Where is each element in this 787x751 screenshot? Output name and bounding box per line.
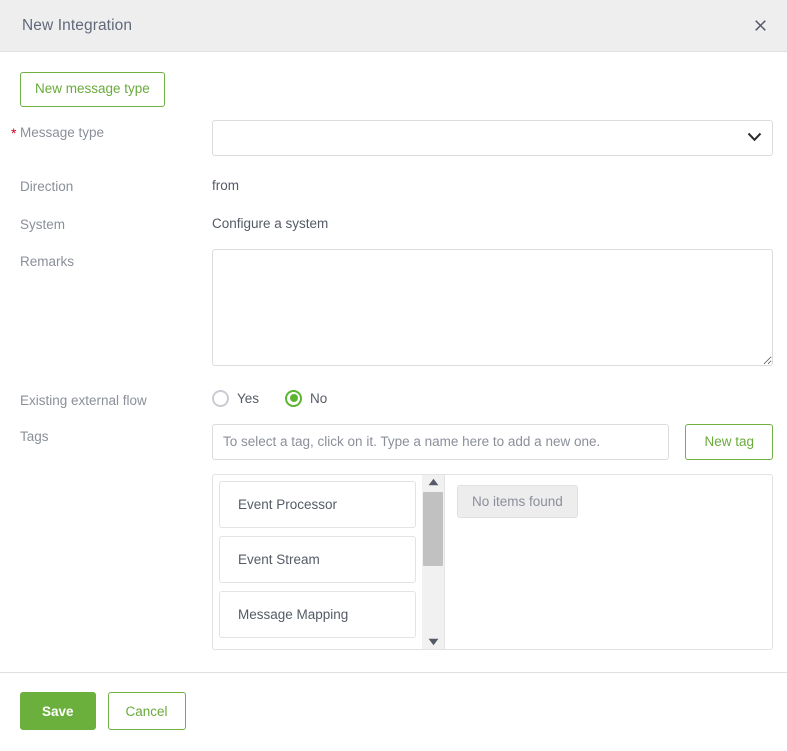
- tag-list-scrollbar[interactable]: [422, 474, 444, 649]
- available-tags-list: Event Processor Event Stream Message Map…: [213, 475, 422, 649]
- tag-input-row: New tag: [212, 423, 773, 460]
- radio-option-no[interactable]: No: [285, 389, 328, 407]
- scroll-up-arrow-icon[interactable]: [428, 478, 439, 486]
- new-tag-button[interactable]: New tag: [685, 423, 773, 460]
- dialog-body: New message type * Message type Directio…: [0, 52, 787, 672]
- tag-panels: Event Processor Event Stream Message Map…: [212, 473, 773, 650]
- radio-checked-icon: [285, 389, 303, 407]
- tags-field: New tag Event Processor Event Stream Mes…: [212, 423, 773, 650]
- dialog-header: New Integration: [0, 0, 787, 52]
- remarks-textarea[interactable]: [212, 248, 773, 366]
- message-type-label-text: Message type: [20, 124, 105, 140]
- message-type-label: * Message type: [11, 120, 212, 141]
- existing-external-flow-field: Yes No: [212, 388, 773, 407]
- required-asterisk: *: [11, 124, 17, 141]
- close-icon[interactable]: [747, 13, 773, 39]
- dialog-title: New Integration: [22, 16, 133, 34]
- scroll-down-arrow-icon[interactable]: [428, 638, 439, 646]
- list-item[interactable]: Event Stream: [219, 535, 416, 583]
- selected-tags-panel: No items found: [445, 475, 772, 649]
- system-label: System: [20, 216, 66, 232]
- radio-unchecked-icon: [212, 389, 229, 407]
- message-type-row: * Message type: [0, 119, 787, 156]
- existing-external-flow-radio-group: Yes No: [212, 388, 773, 407]
- direction-row: Direction from: [0, 174, 787, 194]
- new-message-type-row: New message type: [0, 52, 787, 107]
- scrollbar-thumb[interactable]: [423, 491, 443, 566]
- tags-row: Tags New tag Event Processor Event Strea…: [0, 423, 787, 650]
- tag-search-input[interactable]: [212, 423, 670, 460]
- scrollbar-track[interactable]: [422, 486, 444, 638]
- new-message-type-button[interactable]: New message type: [20, 72, 165, 107]
- scroll-down-arrow-icon-glyph: [428, 638, 438, 646]
- remarks-label: Remarks: [20, 253, 75, 269]
- radio-option-yes[interactable]: Yes: [212, 389, 260, 407]
- new-integration-dialog: New Integration New message type * Messa…: [0, 0, 787, 751]
- scroll-up-arrow-icon-glyph: [428, 478, 438, 486]
- dialog-footer: Save Cancel: [0, 672, 787, 751]
- tags-label: Tags: [20, 428, 49, 444]
- available-tags-panel: Event Processor Event Stream Message Map…: [213, 474, 445, 649]
- no-items-found-badge: No items found: [457, 484, 578, 518]
- system-value[interactable]: Configure a system: [212, 212, 773, 231]
- save-button[interactable]: Save: [20, 692, 96, 730]
- direction-value: from: [212, 177, 239, 193]
- radio-option-yes-label: Yes: [237, 390, 260, 406]
- list-item[interactable]: Event Processor: [219, 480, 416, 528]
- close-icon-glyph: [754, 20, 766, 31]
- cancel-button[interactable]: Cancel: [107, 692, 186, 730]
- direction-label: Direction: [20, 178, 74, 194]
- remarks-row: Remarks: [0, 248, 787, 366]
- system-row: System Configure a system: [0, 212, 787, 232]
- radio-option-no-label: No: [310, 390, 328, 406]
- existing-external-flow-row: Existing external flow Yes No: [0, 388, 787, 408]
- remarks-field: [212, 248, 773, 366]
- existing-external-flow-label: Existing external flow: [20, 392, 147, 408]
- message-type-field: [212, 119, 773, 156]
- list-item[interactable]: Message Mapping: [219, 590, 416, 638]
- message-type-select[interactable]: [212, 119, 773, 156]
